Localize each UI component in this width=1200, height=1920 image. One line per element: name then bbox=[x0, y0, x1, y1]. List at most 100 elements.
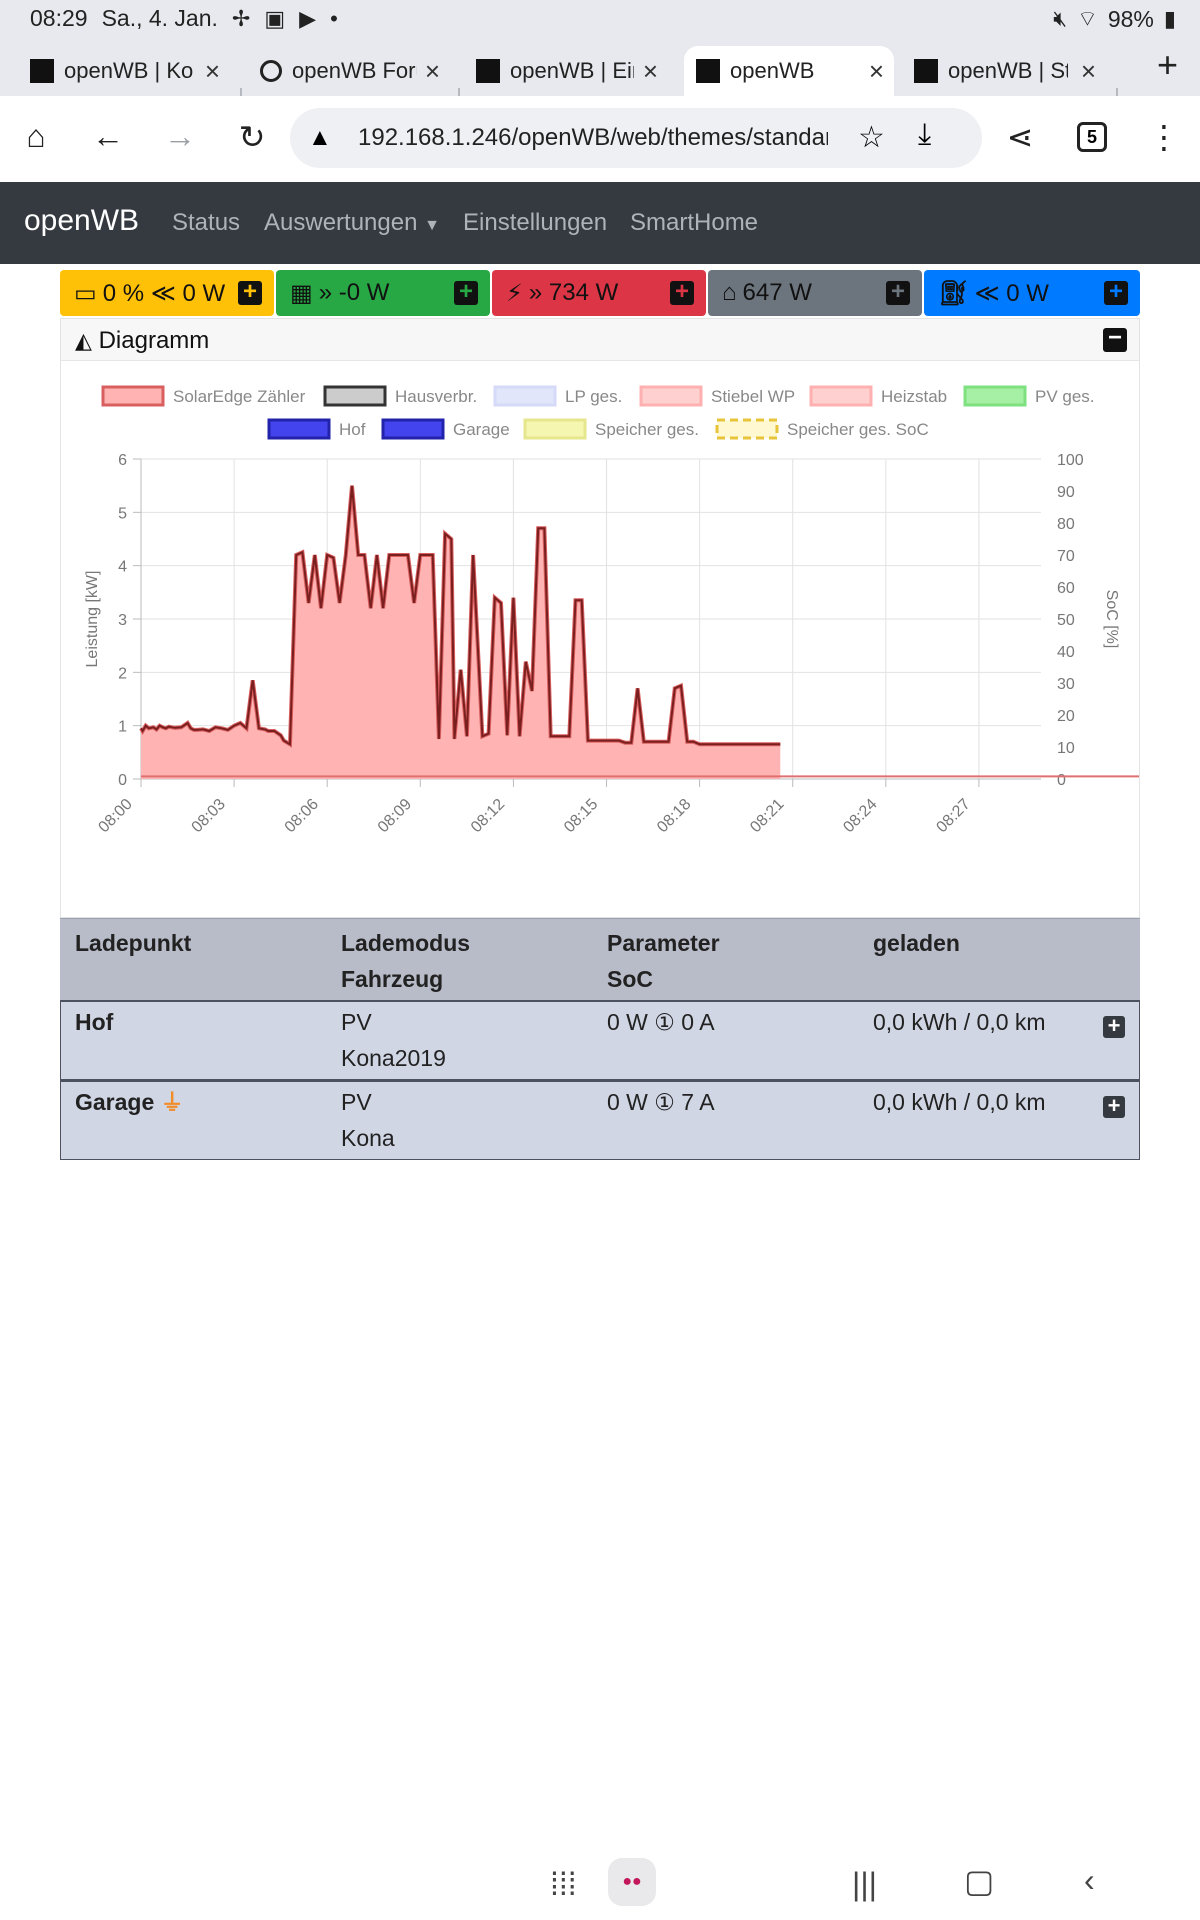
pv-summary[interactable]: ▦ » -0 W + bbox=[276, 270, 490, 316]
wifi-icon: ⌔ bbox=[1077, 6, 1098, 31]
battery-icon: ▮ bbox=[1163, 6, 1176, 31]
grid-summary[interactable]: ⚡ » 734 W + bbox=[492, 270, 706, 316]
y-right-tick-label: 0 bbox=[1057, 772, 1066, 789]
legend-label: Garage bbox=[453, 420, 510, 439]
tab-title: openWB | Ein bbox=[510, 58, 634, 83]
legend-swatch bbox=[963, 385, 1027, 407]
legend-swatch bbox=[523, 418, 587, 440]
collapse-minus-icon[interactable]: − bbox=[1103, 326, 1127, 352]
ladepunkt-table: Ladepunkt Lademodus Fahrzeug Parameter S… bbox=[60, 918, 1140, 1160]
y-right-tick-label: 20 bbox=[1057, 708, 1075, 725]
legend-label: Hof bbox=[339, 420, 366, 439]
y-tick-label: 1 bbox=[118, 719, 127, 736]
openwb-favicon bbox=[914, 59, 938, 83]
charge-summary[interactable]: ⛽︎ ≪ 0 W + bbox=[924, 270, 1140, 316]
bookmark-star-icon[interactable]: ☆ bbox=[858, 120, 885, 155]
lp-vehicle: Kona2019 bbox=[341, 1045, 446, 1071]
download-icon[interactable]: ⤓ bbox=[918, 118, 931, 152]
diagram-title: ◭ Diagramm bbox=[75, 327, 209, 355]
y-right-tick-label: 10 bbox=[1057, 740, 1075, 757]
expand-plus-icon[interactable]: + bbox=[1103, 1015, 1125, 1038]
expand-plus-icon[interactable]: + bbox=[1104, 280, 1128, 305]
browser-toolbar: ⌂ ← → ↻ ▲ 192.168.1.246/openWB/web/theme… bbox=[0, 96, 1200, 182]
not-secure-icon[interactable]: ▲ bbox=[308, 124, 332, 152]
nav-status[interactable]: Status bbox=[172, 209, 240, 237]
tab-5[interactable]: openWB | Sta × bbox=[914, 46, 1106, 96]
close-icon[interactable]: × bbox=[425, 56, 440, 87]
header-ladepunkt: Ladepunkt bbox=[75, 930, 192, 956]
nav-einstellungen[interactable]: Einstellungen bbox=[463, 209, 607, 237]
menu-icon[interactable]: ⋮ bbox=[1142, 118, 1186, 156]
url-text[interactable]: 192.168.1.246/openWB/web/themes/standard bbox=[358, 124, 828, 152]
power-chart: SolarEdge Zähler Hausverbr. LP ges. Stiebel… bbox=[84, 385, 1139, 836]
expand-plus-icon[interactable]: + bbox=[670, 280, 694, 305]
forward-icon[interactable]: → bbox=[158, 118, 202, 155]
house-summary[interactable]: ⌂ 647 W + bbox=[708, 270, 922, 316]
tab-3[interactable]: openWB | Ein × bbox=[476, 46, 668, 96]
close-icon[interactable]: × bbox=[869, 56, 884, 87]
y-right-tick-label: 100 bbox=[1057, 452, 1084, 469]
reload-icon[interactable]: ↻ bbox=[230, 118, 274, 156]
lp-charged: 0,0 kWh / 0,0 km bbox=[873, 1009, 1046, 1035]
x-tick-label: 08:09 bbox=[375, 796, 415, 836]
tab-strip: openWB | Ko × openWB Foru × openWB | Ein… bbox=[0, 38, 1200, 116]
charge-summary-value: ≪ 0 W bbox=[974, 279, 1049, 307]
area-chart-icon: ◭ bbox=[75, 328, 92, 353]
back-nav-icon[interactable]: ‹ bbox=[1084, 1862, 1095, 1899]
tab-1[interactable]: openWB | Ko × bbox=[30, 46, 230, 96]
lp-param: 0 W ① 7 A bbox=[607, 1089, 715, 1115]
lp-vehicle: Kona bbox=[341, 1125, 395, 1151]
x-tick-label: 08:21 bbox=[747, 796, 787, 836]
y-right-tick-label: 70 bbox=[1057, 548, 1075, 565]
close-icon[interactable]: × bbox=[643, 56, 658, 87]
y-tick-label: 6 bbox=[118, 452, 127, 469]
table-row-hof[interactable]: Hof PV Kona2019 0 W ① 0 A 0,0 kWh / 0,0 … bbox=[60, 1000, 1140, 1080]
battery-summary[interactable]: ▭ 0 % ≪ 0 W + bbox=[60, 270, 274, 316]
mute-icon: 🔇︎ bbox=[1053, 6, 1068, 31]
back-icon[interactable]: ← bbox=[86, 118, 130, 155]
house-icon: ⌂ bbox=[722, 279, 737, 306]
recents-icon[interactable]: ||| bbox=[852, 1866, 877, 1903]
solar-panel-icon: ▦ bbox=[290, 279, 313, 307]
expand-plus-icon[interactable]: + bbox=[886, 280, 910, 305]
app-drawer-icon[interactable]: ⁞⁞⁞ bbox=[550, 1866, 577, 1903]
brand-logo[interactable]: openWB bbox=[24, 204, 139, 238]
x-tick-label: 08:00 bbox=[95, 796, 135, 836]
lp-name: Garage ⏚ bbox=[75, 1084, 184, 1120]
close-icon[interactable]: × bbox=[205, 56, 220, 87]
y-right-axis-title: SoC [%] bbox=[1103, 590, 1120, 649]
legend-swatch bbox=[715, 418, 779, 440]
nav-auswertungen-label: Auswertungen bbox=[264, 209, 418, 236]
table-header: Ladepunkt Lademodus Fahrzeug Parameter S… bbox=[60, 918, 1140, 1000]
y-tick-label: 0 bbox=[118, 772, 127, 789]
home-nav-icon[interactable]: ▢ bbox=[964, 1862, 994, 1900]
tab-switcher-button[interactable]: 5 bbox=[1077, 122, 1107, 152]
diagram-header[interactable]: ◭ Diagramm − bbox=[61, 319, 1139, 361]
share-icon[interactable]: ⋖ bbox=[998, 118, 1042, 156]
expand-plus-icon[interactable]: + bbox=[1103, 1095, 1125, 1118]
legend-swatch bbox=[323, 385, 387, 407]
legend-swatch bbox=[267, 418, 331, 440]
tab-title: openWB | Ko bbox=[64, 58, 194, 83]
diagram-card: ◭ Diagramm − SolarEdge Zähler Hausverbr. L… bbox=[60, 318, 1140, 918]
header-geladen: geladen bbox=[873, 930, 960, 956]
legend-swatch bbox=[493, 385, 557, 407]
home-icon[interactable]: ⌂ bbox=[14, 118, 58, 155]
x-tick-label: 08:27 bbox=[933, 796, 973, 836]
close-icon[interactable]: × bbox=[1081, 56, 1096, 87]
tab-title: openWB | Sta bbox=[948, 58, 1068, 83]
nav-smarthome[interactable]: SmartHome bbox=[630, 209, 758, 237]
legend-swatch bbox=[101, 385, 165, 407]
lp-mode: PV bbox=[341, 1089, 372, 1115]
expand-plus-icon[interactable]: + bbox=[238, 280, 262, 305]
expand-plus-icon[interactable]: + bbox=[454, 280, 478, 305]
plug-icon: ⏚ bbox=[160, 1089, 184, 1115]
tab-4-active[interactable]: openWB × bbox=[684, 46, 894, 96]
legend-label: Speicher ges. bbox=[595, 420, 699, 439]
recent-app-icon[interactable]: ●● bbox=[608, 1858, 656, 1906]
address-bar[interactable]: ▲ 192.168.1.246/openWB/web/themes/standa… bbox=[290, 108, 982, 168]
table-row-garage[interactable]: Garage ⏚ PV Kona 0 W ① 7 A 0,0 kWh / 0,0… bbox=[60, 1080, 1140, 1160]
new-tab-button[interactable]: + bbox=[1157, 44, 1178, 86]
nav-auswertungen[interactable]: Auswertungen ▼ bbox=[264, 209, 440, 237]
tab-2[interactable]: openWB Foru × bbox=[260, 46, 450, 96]
